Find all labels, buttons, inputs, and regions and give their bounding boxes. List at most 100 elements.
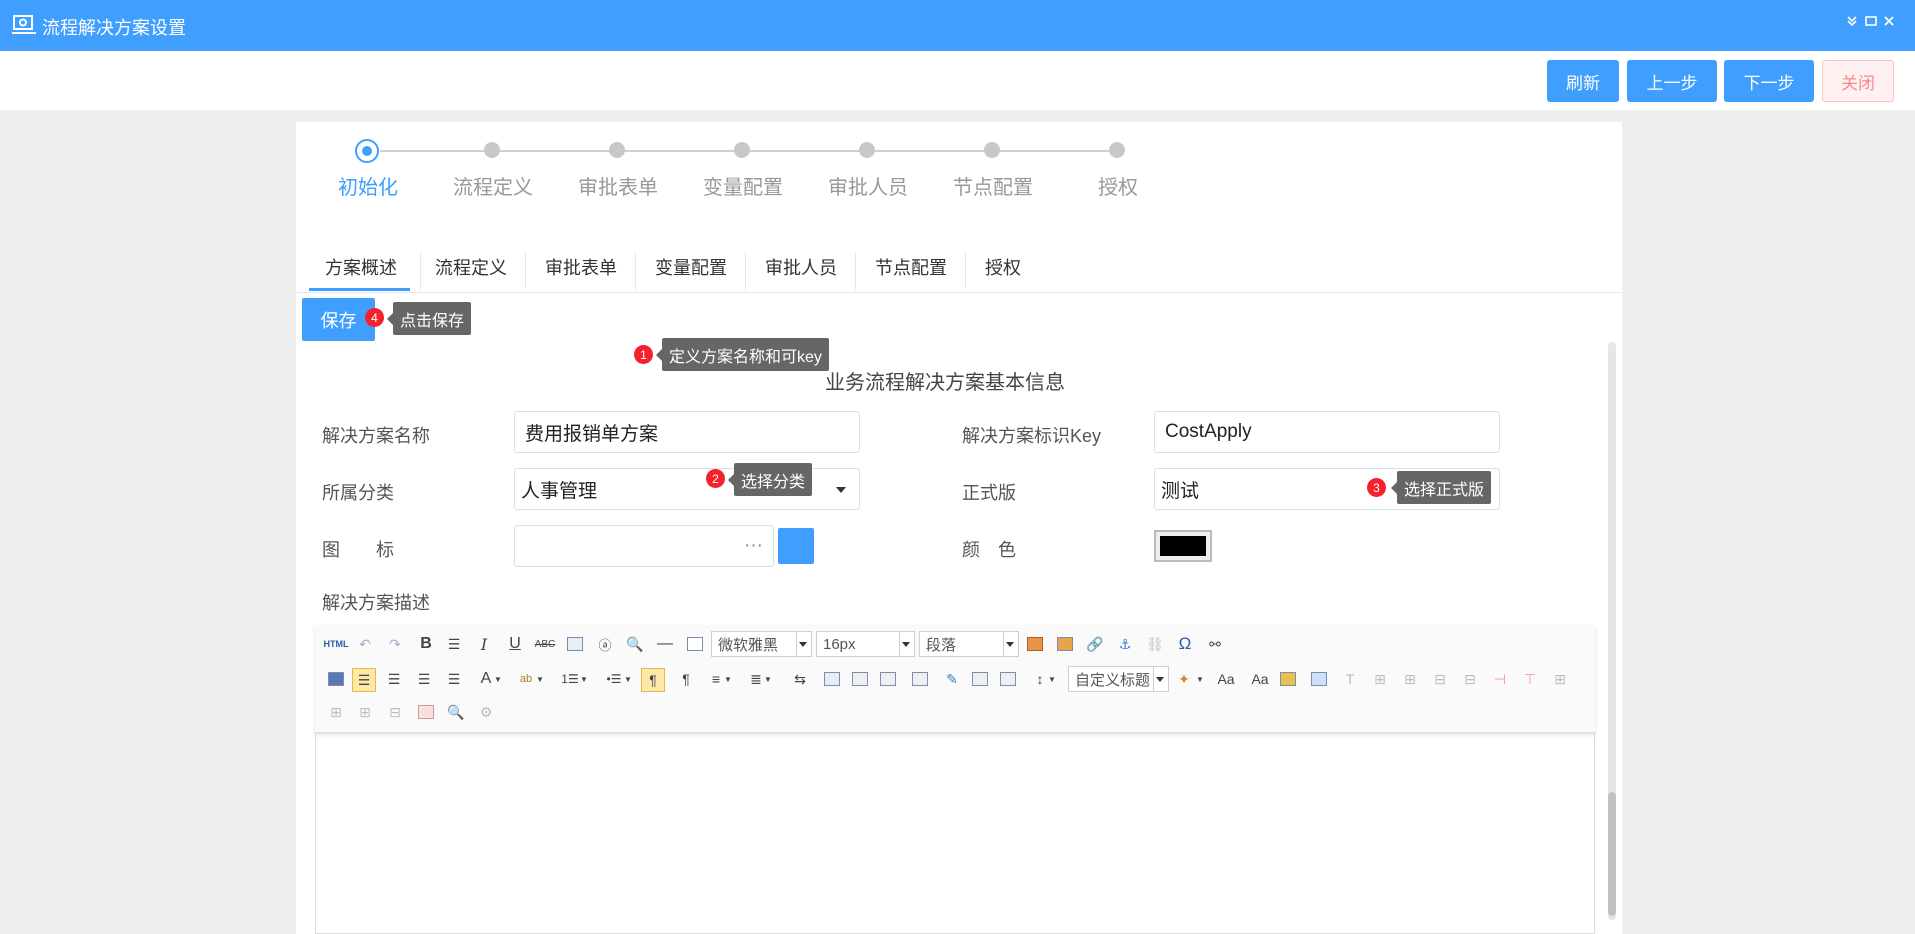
image-left-icon[interactable] bbox=[850, 669, 870, 689]
anchor-icon[interactable]: ⚓ bbox=[1115, 634, 1135, 654]
save-icon[interactable] bbox=[326, 669, 346, 689]
tab-flow-def[interactable]: 流程定义 bbox=[435, 254, 507, 280]
tab-overview[interactable]: 方案概述 bbox=[325, 254, 397, 280]
chevron-down-icon[interactable]: ▼ bbox=[492, 669, 504, 689]
caption-icon[interactable]: T bbox=[1340, 669, 1360, 689]
attachment-icon[interactable]: ✎ bbox=[942, 669, 962, 689]
cell-props-icon[interactable]: ⊞ bbox=[355, 702, 375, 722]
delete-col-icon[interactable]: ⊤ bbox=[1520, 669, 1540, 689]
solution-key-input[interactable]: CostApply bbox=[1154, 411, 1500, 453]
insert-row-icon[interactable]: ⊞ bbox=[1370, 669, 1390, 689]
case-icon[interactable]: Aa bbox=[1216, 669, 1236, 689]
link-icon[interactable]: 🔗 bbox=[1085, 634, 1105, 654]
tab-auth[interactable]: 授权 bbox=[985, 254, 1021, 280]
chevron-down-icon[interactable]: ▼ bbox=[1194, 669, 1206, 689]
step-dot-auth[interactable] bbox=[1109, 142, 1125, 158]
tab-approval-form[interactable]: 审批表单 bbox=[545, 254, 617, 280]
emoticon-icon[interactable] bbox=[1278, 669, 1298, 689]
more-icon[interactable]: ··· bbox=[744, 535, 763, 557]
preview-icon[interactable]: 🔍 bbox=[625, 634, 645, 654]
highlight-icon[interactable]: ab bbox=[516, 669, 536, 689]
step-dot-approval-form[interactable] bbox=[609, 142, 625, 158]
chevron-down-icon[interactable] bbox=[799, 642, 807, 647]
merge-cells-icon[interactable]: ⊟ bbox=[1430, 669, 1450, 689]
align-justify-icon[interactable]: ☰ bbox=[444, 669, 464, 689]
step-label-init[interactable]: 初始化 bbox=[308, 171, 428, 200]
format-painter-icon[interactable]: ✦ bbox=[1174, 669, 1194, 689]
align-right-icon[interactable]: ☰ bbox=[384, 669, 404, 689]
paragraph-select[interactable]: 段落 bbox=[919, 631, 1019, 657]
step-dot-approvers[interactable] bbox=[859, 142, 875, 158]
font-size-select[interactable]: 16px bbox=[816, 631, 915, 657]
chevron-down-icon[interactable]: ▼ bbox=[722, 669, 734, 689]
scrollbar-thumb[interactable] bbox=[1608, 792, 1616, 916]
split-cells-icon[interactable]: ⊟ bbox=[1460, 669, 1480, 689]
step-label-approval-form[interactable]: 审批表单 bbox=[558, 171, 678, 200]
step-dot-nodes[interactable] bbox=[984, 142, 1000, 158]
auto-format-icon[interactable]: ⓐ bbox=[595, 634, 615, 654]
save-button[interactable]: 保存 bbox=[302, 298, 375, 341]
font-family-select[interactable]: 微软雅黑 bbox=[711, 631, 812, 657]
chevron-down-icon[interactable] bbox=[1156, 677, 1164, 682]
icon-picker-input[interactable]: ··· bbox=[514, 525, 774, 567]
table-props-icon[interactable]: ⊞ bbox=[326, 702, 346, 722]
close-icon[interactable] bbox=[1882, 14, 1896, 28]
row-props-icon[interactable]: ⊟ bbox=[385, 702, 405, 722]
html-source-button[interactable]: HTML bbox=[323, 634, 349, 654]
search-icon[interactable]: 🔍 bbox=[446, 702, 466, 722]
delete-table-icon[interactable]: ⊞ bbox=[1550, 669, 1570, 689]
insert-code-icon[interactable] bbox=[822, 669, 842, 689]
paste-icon[interactable] bbox=[565, 634, 585, 654]
clear-format-icon[interactable]: ⇆ bbox=[790, 669, 810, 689]
next-step-button[interactable]: 下一步 bbox=[1724, 60, 1814, 102]
undo-icon[interactable]: ↶ bbox=[355, 634, 375, 654]
chevron-down-icon[interactable] bbox=[902, 642, 910, 647]
step-label-auth[interactable]: 授权 bbox=[1058, 171, 1178, 200]
insert-table-icon[interactable] bbox=[1309, 669, 1329, 689]
step-dot-variables[interactable] bbox=[734, 142, 750, 158]
image-icon[interactable] bbox=[1025, 634, 1045, 654]
translate-icon[interactable]: Aa bbox=[1250, 669, 1270, 689]
chevron-down-icon[interactable]: ▼ bbox=[762, 669, 774, 689]
step-dot-flow-def[interactable] bbox=[484, 142, 500, 158]
insert-image-icon[interactable] bbox=[1055, 634, 1075, 654]
maximize-icon[interactable] bbox=[1864, 14, 1878, 28]
chevron-down-icon[interactable]: ▼ bbox=[1046, 669, 1058, 689]
tab-nodes[interactable]: 节点配置 bbox=[875, 254, 947, 280]
strikethrough-icon[interactable]: ABC bbox=[535, 634, 556, 654]
horizontal-rule-icon[interactable]: — bbox=[655, 634, 675, 654]
icon-preview-swatch[interactable] bbox=[778, 528, 814, 564]
unlink-icon[interactable]: ⛓ bbox=[1145, 634, 1165, 654]
delete-row-icon[interactable]: ⊣ bbox=[1490, 669, 1510, 689]
rtl-direction-icon[interactable]: ¶ bbox=[676, 669, 696, 689]
color-picker[interactable] bbox=[1154, 530, 1212, 562]
chevron-down-icon[interactable]: ▼ bbox=[622, 669, 634, 689]
bold-icon[interactable]: B bbox=[416, 634, 436, 654]
redo-icon[interactable]: ↷ bbox=[385, 634, 405, 654]
unordered-list-icon[interactable]: •☰ bbox=[604, 669, 624, 689]
image-right-icon[interactable] bbox=[878, 669, 898, 689]
step-dot-init[interactable] bbox=[355, 139, 379, 163]
solution-name-input[interactable]: 费用报销单方案 bbox=[514, 411, 860, 453]
collapse-icon[interactable] bbox=[1845, 14, 1859, 28]
ltr-direction-icon[interactable]: ¶ bbox=[641, 668, 665, 692]
scrollbar[interactable] bbox=[1608, 342, 1616, 920]
step-label-variables[interactable]: 变量配置 bbox=[683, 171, 803, 200]
close-button[interactable]: 关闭 bbox=[1822, 60, 1894, 102]
refresh-button[interactable]: 刷新 bbox=[1547, 60, 1619, 102]
chevron-down-icon[interactable] bbox=[836, 487, 846, 493]
step-label-flow-def[interactable]: 流程定义 bbox=[433, 171, 553, 200]
image-center-icon[interactable] bbox=[910, 669, 930, 689]
prev-step-button[interactable]: 上一步 bbox=[1627, 60, 1717, 102]
step-label-approvers[interactable]: 审批人员 bbox=[808, 171, 928, 200]
chevron-down-icon[interactable]: ▼ bbox=[578, 669, 590, 689]
italic-icon[interactable]: I bbox=[474, 634, 494, 654]
align-center-icon[interactable]: ☰ bbox=[414, 669, 434, 689]
special-char-icon[interactable]: Ω bbox=[1175, 634, 1195, 654]
insert-frame-icon[interactable] bbox=[998, 669, 1018, 689]
page-break-icon[interactable] bbox=[685, 634, 705, 654]
chevron-down-icon[interactable]: ▼ bbox=[534, 669, 546, 689]
align-left-icon[interactable]: ☰ bbox=[352, 668, 376, 692]
indent-icon[interactable]: ☰ bbox=[444, 634, 464, 654]
chevron-down-icon[interactable] bbox=[1006, 642, 1014, 647]
